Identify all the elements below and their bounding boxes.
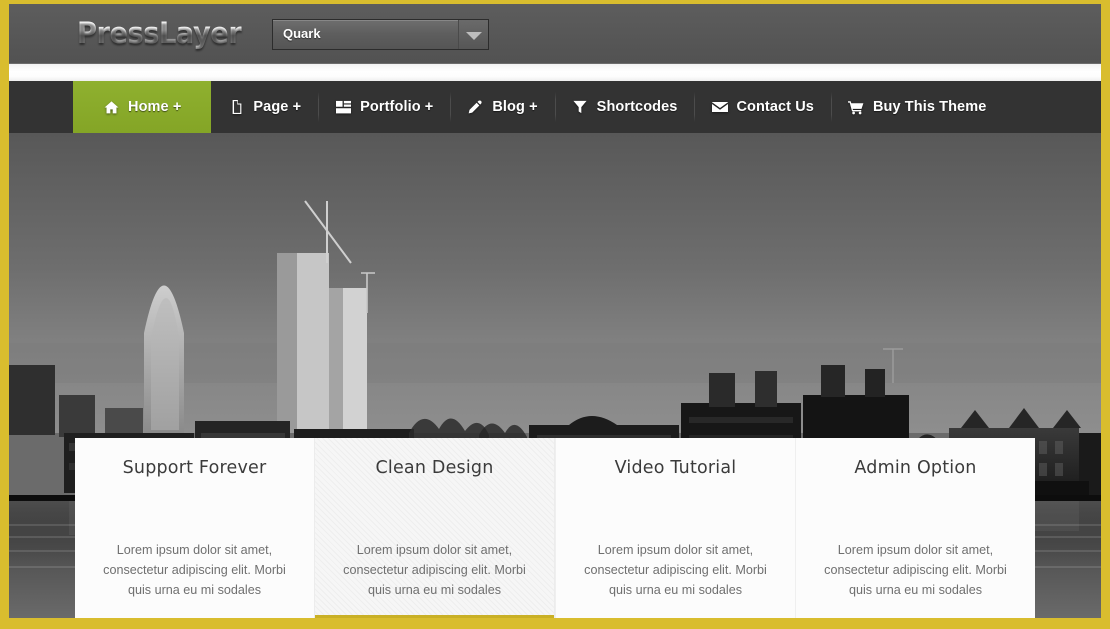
- grid-icon: [335, 99, 352, 116]
- nav-item-contact[interactable]: Contact Us: [694, 81, 831, 133]
- nav-item-home-label: Home +: [128, 99, 182, 115]
- nav-item-buy-theme[interactable]: Buy This Theme: [830, 81, 1003, 133]
- theme-select[interactable]: Quark: [272, 19, 489, 50]
- pencil-icon: [467, 99, 484, 116]
- feature-box-design[interactable]: Clean Design Lorem ipsum dolor sit amet,…: [314, 438, 555, 618]
- gear-icon: [796, 490, 1035, 532]
- envelope-icon: [711, 99, 728, 116]
- chevron-down-icon[interactable]: [458, 20, 488, 49]
- theme-select-value: Quark: [283, 26, 321, 41]
- feature-box-support[interactable]: Support Forever Lorem ipsum dolor sit am…: [75, 438, 314, 618]
- site-header: PressLayer PressLayer Quark: [9, 4, 1101, 64]
- nav-item-contact-label: Contact Us: [736, 99, 814, 115]
- nav-item-buy-theme-label: Buy This Theme: [872, 99, 987, 115]
- home-icon: [103, 99, 120, 116]
- nav-item-shortcodes[interactable]: Shortcodes: [554, 81, 695, 133]
- feature-boxes: Support Forever Lorem ipsum dolor sit am…: [75, 438, 1035, 618]
- umbrella-icon: [75, 490, 314, 532]
- nav-item-shortcodes-label: Shortcodes: [596, 99, 678, 115]
- nav-item-page-label: Page +: [253, 99, 302, 115]
- nav-item-blog[interactable]: Blog +: [450, 81, 554, 133]
- nav-item-portfolio[interactable]: Portfolio +: [318, 81, 450, 133]
- play-circle-icon: [556, 490, 795, 532]
- frame-border-left: [0, 4, 9, 629]
- header-divider: [9, 64, 1101, 81]
- feature-box-admin[interactable]: Admin Option Lorem ipsum dolor sit amet,…: [795, 438, 1035, 618]
- leaf-icon: [315, 490, 554, 532]
- document-icon: [228, 99, 245, 116]
- site-logo: PressLayer: [77, 16, 242, 50]
- nav-item-blog-label: Blog +: [492, 99, 538, 115]
- cart-icon: [848, 99, 865, 116]
- feature-box-video[interactable]: Video Tutorial Lorem ipsum dolor sit ame…: [555, 438, 795, 618]
- hero-banner: www.h Support Forever Lorem ipsum dolor …: [9, 133, 1101, 618]
- nav-item-portfolio-label: Portfolio +: [360, 99, 434, 115]
- nav-item-page[interactable]: Page +: [211, 81, 318, 133]
- nav-item-home[interactable]: Home +: [73, 81, 212, 133]
- main-navigation: Home + Page + Portfolio + Blog + Shortco…: [9, 81, 1101, 133]
- funnel-icon: [572, 99, 589, 116]
- page-frame: PressLayer PressLayer Quark Home +: [0, 0, 1110, 629]
- site-content: PressLayer PressLayer Quark Home +: [9, 4, 1101, 618]
